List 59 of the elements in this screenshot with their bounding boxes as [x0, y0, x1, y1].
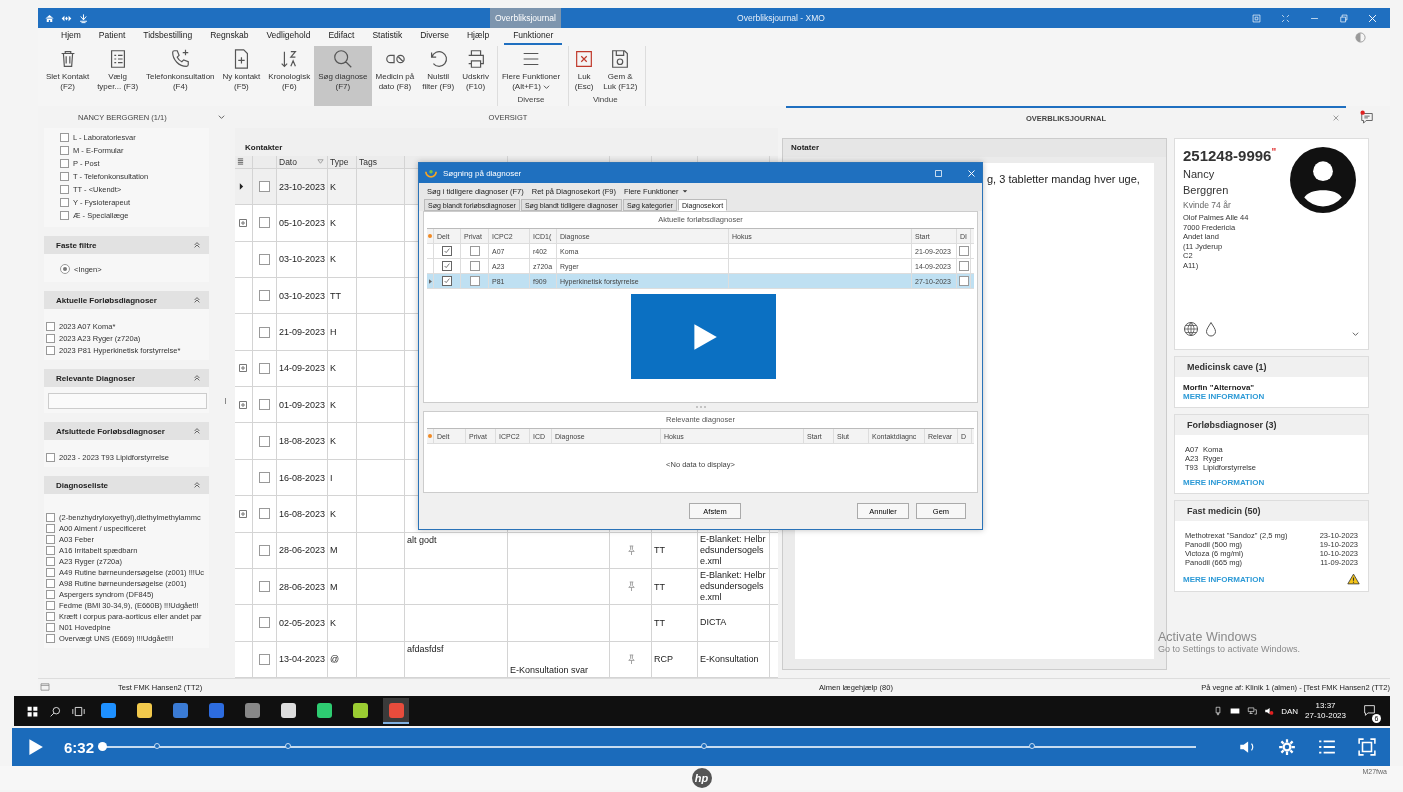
- last-name: Berggren: [1183, 184, 1230, 196]
- table-cell: TT: [654, 617, 665, 628]
- table-cell: TT: [654, 581, 665, 592]
- table-cell: 02-05-2023: [277, 605, 328, 641]
- table-cell: alt godt: [407, 534, 437, 545]
- table-cell: 13-04-2023: [277, 641, 328, 677]
- table-cell: K: [328, 168, 357, 205]
- table-cell: 14-09-2023: [277, 350, 328, 387]
- table-cell: TT: [654, 545, 665, 556]
- table-cell: 18-08-2023: [277, 423, 328, 459]
- table-cell: 16-08-2023: [277, 496, 328, 532]
- table-cell: TT: [328, 278, 357, 314]
- allergy-entry: Morfin "Alternova": [1182, 383, 1256, 392]
- table-cell: H: [328, 314, 357, 350]
- table-cell: DICTA: [700, 617, 727, 629]
- panel-title: Kontakter: [244, 142, 284, 154]
- table-cell: afdasfdsf: [407, 643, 444, 654]
- cpr-mark: ": [1271, 147, 1277, 158]
- first-name: Nancy: [1183, 168, 1216, 180]
- table-cell-text: E-Blanket: Helbredsundersogelse.xml: [700, 533, 767, 567]
- table-cell-text: E-Blanket: Helbredsundersogelse.xml: [700, 570, 767, 604]
- card-title: Medicinsk cave (1): [1175, 357, 1368, 377]
- table-cell: 03-10-2023: [277, 241, 328, 278]
- dialog-title: Søgning på diagnoser: [443, 168, 523, 178]
- table-cell: E-Konsultation svar: [510, 665, 589, 675]
- table-cell: 03-10-2023: [277, 278, 328, 314]
- cpr-number: 251248-9996: [1183, 147, 1272, 164]
- table-cell: @: [328, 641, 357, 677]
- table-cell: 16-08-2023: [277, 459, 328, 496]
- gender-age: Kvinde 74 år: [1183, 200, 1232, 210]
- panel-title: Notater: [783, 139, 1166, 157]
- table-cell: 05-10-2023: [277, 205, 328, 241]
- table-cell: K: [328, 241, 357, 278]
- table-cell: 01-09-2023: [277, 387, 328, 423]
- card-title: Fast medicin (50): [1175, 501, 1368, 521]
- table-cell: E-Konsultation: [700, 653, 759, 665]
- playback-time: 6:32: [64, 738, 95, 756]
- table-cell: K: [328, 605, 357, 641]
- table-cell: 28-06-2023: [277, 568, 328, 605]
- table-cell: 28-06-2023: [277, 532, 328, 568]
- table-cell: I: [328, 459, 357, 496]
- table-cell: M: [328, 568, 357, 605]
- monitor-logo: hp: [691, 768, 712, 788]
- note-text: g, 3 tabletter mandag hver uge,: [987, 173, 1140, 185]
- activation-notice-title: Activate Windows: [1158, 630, 1258, 644]
- table-cell: K: [328, 350, 357, 387]
- table-cell: K: [328, 205, 357, 241]
- table-cell: 23-10-2023: [277, 168, 328, 205]
- card-title: Forløbsdiagnoser (3): [1175, 415, 1368, 435]
- group-label: Diverse: [517, 95, 545, 104]
- table-cell: K: [328, 423, 357, 459]
- table-cell: M: [328, 532, 357, 568]
- table-cell: K: [328, 387, 357, 423]
- table-cell: RCP: [654, 654, 673, 665]
- window-title: Overbliksjournal - XMO: [736, 13, 826, 23]
- activation-notice-text: Go to Settings to activate Windows.: [1158, 644, 1301, 654]
- table-cell: 21-09-2023: [277, 314, 328, 350]
- table-cell: K: [328, 496, 357, 532]
- group-label: Vindue: [592, 95, 618, 104]
